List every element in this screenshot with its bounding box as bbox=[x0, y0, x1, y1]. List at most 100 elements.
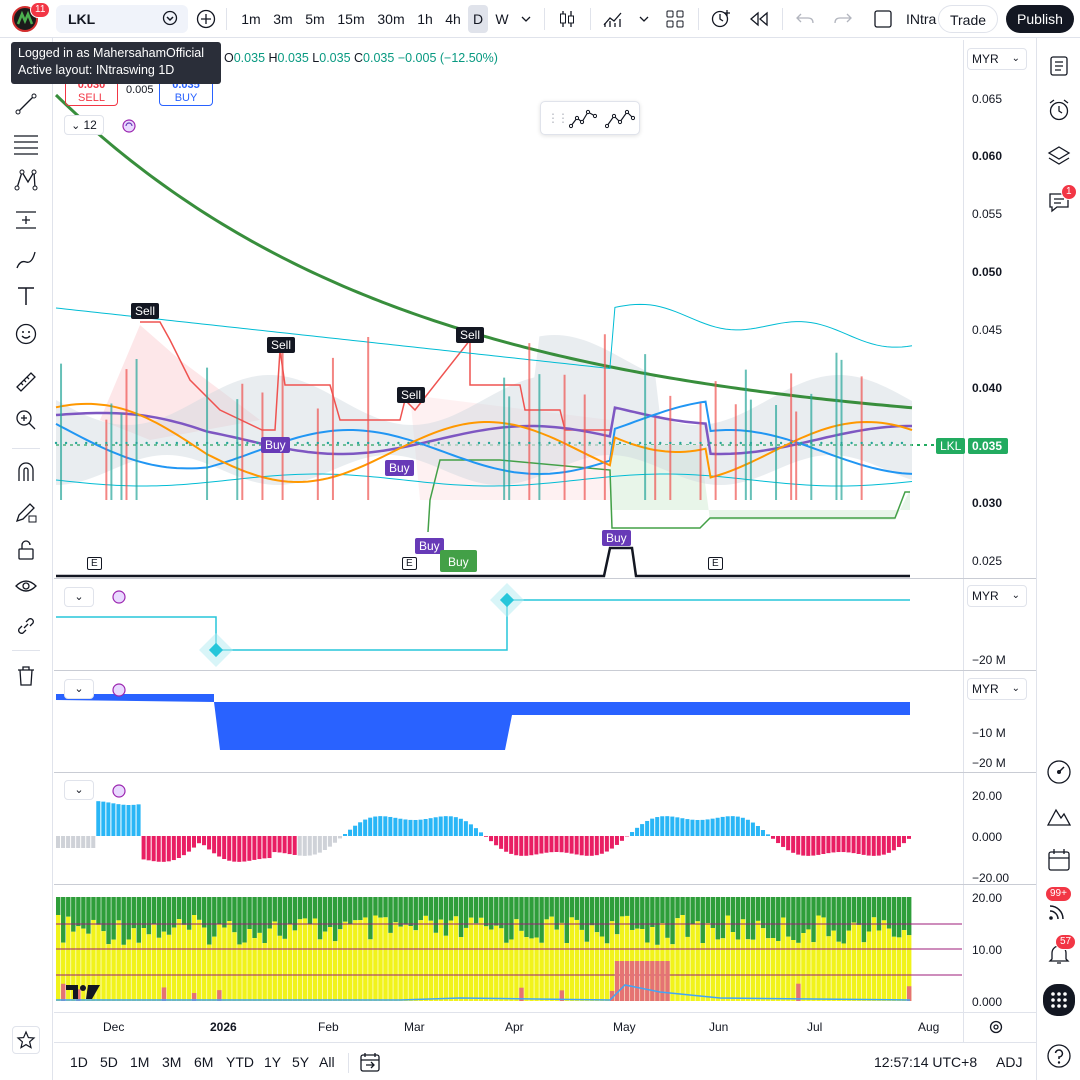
yellow-bar bbox=[453, 916, 459, 1001]
pane2-collapse-button[interactable]: ⌄ bbox=[64, 587, 94, 607]
pane3-collapse-button[interactable]: ⌄ bbox=[64, 679, 94, 699]
histogram-bar bbox=[594, 836, 599, 856]
yellow-bar bbox=[534, 937, 539, 1001]
yellow-bar bbox=[101, 931, 106, 1001]
close-dot bbox=[820, 441, 823, 445]
range-ytd[interactable]: YTD bbox=[226, 1054, 254, 1070]
currency-select-main[interactable]: MYR ⌄ bbox=[967, 48, 1027, 70]
yellow-bar bbox=[604, 943, 610, 1001]
tradingview-logo[interactable] bbox=[66, 983, 100, 1006]
yellow-bar bbox=[831, 930, 836, 1001]
green-bar bbox=[186, 897, 192, 930]
pane-divider-2[interactable] bbox=[54, 670, 1036, 671]
refresh-icon[interactable] bbox=[111, 682, 127, 703]
refresh-icon[interactable] bbox=[111, 783, 127, 804]
histogram-bar bbox=[786, 836, 791, 851]
green-bar bbox=[307, 897, 313, 925]
green-bar bbox=[881, 897, 887, 921]
green-bar bbox=[564, 897, 569, 943]
histogram-bar bbox=[614, 836, 619, 845]
chart-canvas[interactable] bbox=[0, 0, 1080, 1080]
green-bar bbox=[715, 897, 721, 940]
floating-pattern-toolbar[interactable]: ⋮⋮ bbox=[540, 101, 640, 135]
yellow-bar bbox=[846, 930, 851, 1001]
close-dot bbox=[528, 441, 531, 445]
yellow-bar bbox=[232, 932, 237, 1001]
sell-label: SELL bbox=[78, 92, 105, 104]
green-bar bbox=[181, 897, 187, 925]
clock[interactable]: 12:57:14 UTC+8 bbox=[874, 1054, 977, 1070]
close-dot bbox=[54, 441, 58, 445]
pane-divider-1[interactable] bbox=[54, 578, 1036, 579]
green-bar bbox=[66, 897, 71, 917]
green-bar bbox=[438, 897, 444, 920]
last-price-tag: 0.035 bbox=[968, 438, 1008, 454]
currency-select-pane3[interactable]: MYR ⌄ bbox=[967, 678, 1027, 700]
drag-handle-icon[interactable]: ⋮⋮ bbox=[547, 111, 569, 125]
adj-toggle[interactable]: ADJ bbox=[996, 1054, 1022, 1070]
pane5-tick: 20.00 bbox=[972, 891, 1003, 905]
refresh-icon[interactable] bbox=[121, 118, 137, 139]
histogram-bar bbox=[725, 816, 730, 836]
histogram-bar bbox=[690, 819, 695, 836]
range-all[interactable]: All bbox=[319, 1054, 335, 1070]
pane-divider-3[interactable] bbox=[54, 772, 1036, 773]
histogram-bar bbox=[343, 833, 348, 836]
close-dot bbox=[256, 441, 259, 445]
yellow-bar bbox=[408, 926, 413, 1001]
histogram-bar bbox=[81, 836, 86, 848]
currency-select-pane2[interactable]: MYR ⌄ bbox=[967, 585, 1027, 607]
range-1y[interactable]: 1Y bbox=[264, 1054, 281, 1070]
histogram-bar bbox=[277, 836, 282, 853]
green-bar bbox=[700, 897, 705, 944]
green-bar bbox=[453, 897, 459, 917]
pane4-collapse-button[interactable]: ⌄ bbox=[64, 780, 94, 800]
yellow-bar bbox=[478, 917, 484, 1001]
abc-pattern-icon[interactable] bbox=[604, 106, 636, 135]
yellow-bar bbox=[695, 921, 700, 1001]
green-bar bbox=[322, 897, 328, 932]
green-bar bbox=[292, 897, 298, 931]
yellow-bar bbox=[745, 939, 751, 1001]
range-5d[interactable]: 5D bbox=[100, 1054, 118, 1070]
refresh-icon[interactable] bbox=[111, 589, 127, 610]
histogram-bar bbox=[539, 836, 544, 854]
pane-divider-4[interactable] bbox=[54, 884, 1036, 885]
open-label: O bbox=[224, 51, 234, 65]
histogram-bar bbox=[846, 836, 851, 853]
settings-gear-icon[interactable] bbox=[988, 1019, 1004, 1040]
range-3m[interactable]: 3M bbox=[162, 1054, 181, 1070]
histogram-bar bbox=[171, 836, 176, 861]
red-bar bbox=[624, 961, 630, 1001]
green-bar bbox=[448, 897, 454, 921]
red-bar bbox=[630, 961, 635, 1001]
indicator-count: 12 bbox=[83, 118, 97, 132]
close-dot bbox=[830, 441, 833, 445]
green-bar bbox=[796, 897, 801, 943]
pane2-tick: −20 M bbox=[972, 653, 1006, 667]
wave-pattern-icon[interactable] bbox=[568, 106, 598, 135]
range-6m[interactable]: 6M bbox=[194, 1054, 213, 1070]
histogram-bar bbox=[247, 836, 252, 861]
red-bar bbox=[655, 961, 660, 1001]
yellow-bar bbox=[685, 936, 690, 1001]
indicators-collapse-button[interactable]: ⌄ 12 bbox=[64, 115, 104, 135]
close-dot bbox=[387, 441, 390, 445]
buy-signal: Buy bbox=[602, 530, 631, 546]
histogram-bar bbox=[851, 836, 856, 854]
goto-date-icon[interactable] bbox=[360, 1052, 380, 1077]
histogram-bar bbox=[564, 836, 569, 853]
range-1d[interactable]: 1D bbox=[70, 1054, 88, 1070]
green-bar bbox=[463, 897, 469, 928]
close-dot bbox=[568, 441, 571, 445]
green-bar bbox=[151, 897, 157, 925]
histogram-bar bbox=[106, 802, 111, 836]
close-dot bbox=[618, 441, 622, 445]
yellow-bar bbox=[781, 917, 786, 1001]
range-1m[interactable]: 1M bbox=[130, 1054, 149, 1070]
close-dot bbox=[427, 441, 430, 445]
yellow-bar bbox=[786, 936, 791, 1001]
green-bar bbox=[720, 897, 726, 939]
histogram-bar bbox=[101, 801, 106, 836]
range-5y[interactable]: 5Y bbox=[292, 1054, 309, 1070]
